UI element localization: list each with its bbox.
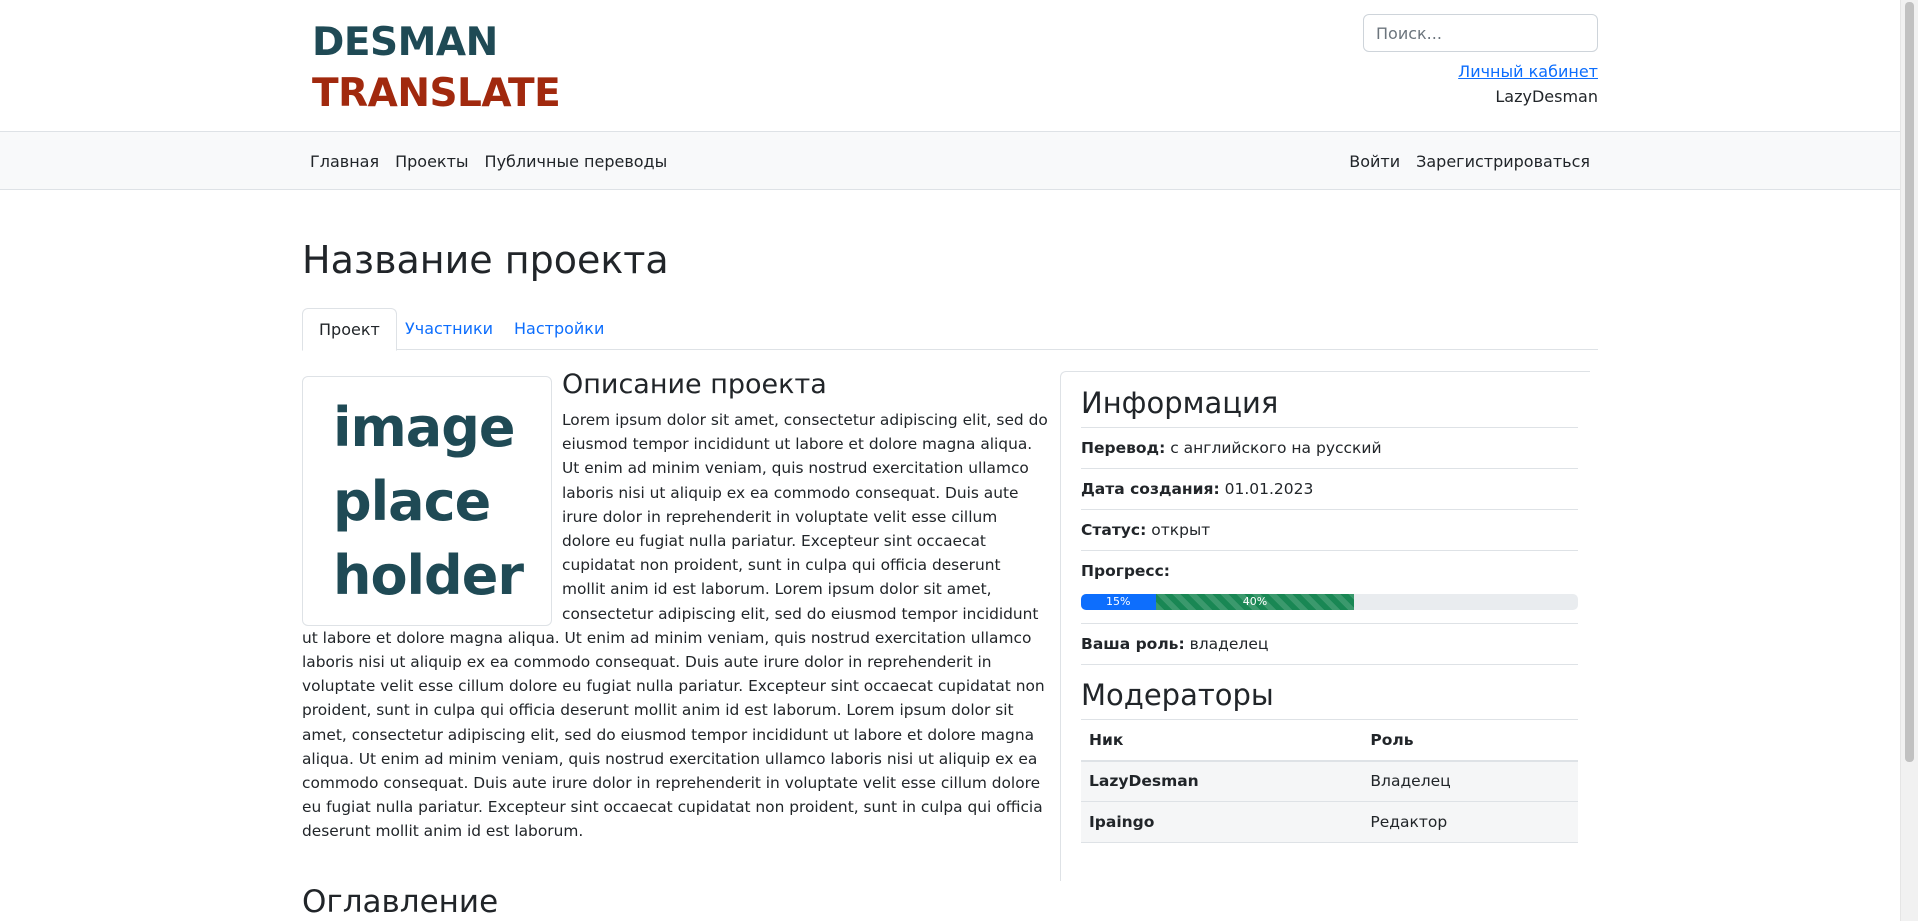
translation-label: Перевод:	[1081, 439, 1166, 457]
site-logo[interactable]: DESMAN TRANSLATE	[312, 17, 561, 119]
info-translation-row: Перевод: с английского на русский	[1081, 427, 1578, 457]
description-block: Lorem ipsum dolor sit amet, consectetur …	[302, 408, 1048, 844]
page-scrollbar[interactable]	[1900, 0, 1918, 921]
info-status-row: Статус: открыт	[1081, 509, 1578, 539]
page-title: Название проекта	[302, 238, 669, 282]
status-label: Статус:	[1081, 521, 1147, 539]
column-header-role: Роль	[1362, 719, 1578, 762]
moderator-role: Редактор	[1362, 801, 1578, 843]
created-label: Дата создания:	[1081, 480, 1220, 498]
tab-settings[interactable]: Настройки	[498, 308, 620, 350]
info-title: Информация	[1081, 386, 1279, 420]
info-divider	[1081, 664, 1578, 665]
personal-account-link[interactable]: Личный кабинет	[1458, 62, 1598, 81]
toc-title: Оглавление	[302, 884, 499, 920]
info-progress-row: Прогресс:	[1081, 550, 1578, 580]
column-header-nick: Ник	[1081, 719, 1363, 762]
logo-line-2: TRANSLATE	[312, 71, 561, 116]
project-tabs: Проект Участники Настройки	[302, 308, 1598, 351]
info-created-row: Дата создания: 01.01.2023	[1081, 468, 1578, 498]
nav-public-translations[interactable]: Публичные переводы	[477, 152, 676, 171]
nav-projects[interactable]: Проекты	[387, 152, 476, 171]
nav-right-group: Войти Зарегистрироваться	[1341, 132, 1598, 190]
nav-home[interactable]: Главная	[302, 152, 387, 171]
progress-bar: 15% 40%	[1081, 594, 1578, 610]
tab-participants[interactable]: Участники	[389, 308, 509, 350]
role-label: Ваша роль:	[1081, 635, 1185, 653]
created-value: 01.01.2023	[1224, 480, 1314, 498]
moderators-title: Модераторы	[1081, 678, 1274, 712]
info-role-row: Ваша роль: владелец	[1081, 623, 1578, 653]
scrollbar-thumb[interactable]	[1905, 2, 1914, 762]
progress-segment-2: 40%	[1155, 594, 1355, 610]
moderator-nick: Ipaingo	[1081, 801, 1363, 843]
moderator-nick: LazyDesman	[1081, 760, 1363, 802]
moderator-role: Владелец	[1362, 760, 1578, 802]
table-row: Ipaingo Редактор	[1081, 801, 1578, 843]
logo-line-1: DESMAN	[312, 20, 498, 65]
site-header: DESMAN TRANSLATE Личный кабинет LazyDesm…	[0, 0, 1900, 132]
tab-project[interactable]: Проект	[302, 308, 397, 351]
moderators-table: Ник Роль LazyDesman Владелец Ipaingo Ред…	[1081, 719, 1578, 843]
translation-value: с английского на русский	[1170, 439, 1382, 457]
status-value: открыт	[1151, 521, 1211, 539]
table-header-row: Ник Роль	[1081, 719, 1578, 762]
progress-label: Прогресс:	[1081, 562, 1170, 580]
nav-login[interactable]: Войти	[1341, 152, 1408, 171]
nav-register[interactable]: Зарегистрироваться	[1408, 152, 1598, 171]
username-label: LazyDesman	[1495, 87, 1598, 106]
role-value: владелец	[1189, 635, 1269, 653]
table-row: LazyDesman Владелец	[1081, 760, 1578, 802]
progress-segment-1: 15%	[1081, 594, 1156, 610]
main-navbar: Главная Проекты Публичные переводы Войти…	[0, 132, 1900, 190]
search-input[interactable]	[1363, 14, 1598, 52]
description-title: Описание проекта	[562, 369, 827, 400]
nav-left-group: Главная Проекты Публичные переводы	[302, 132, 675, 190]
